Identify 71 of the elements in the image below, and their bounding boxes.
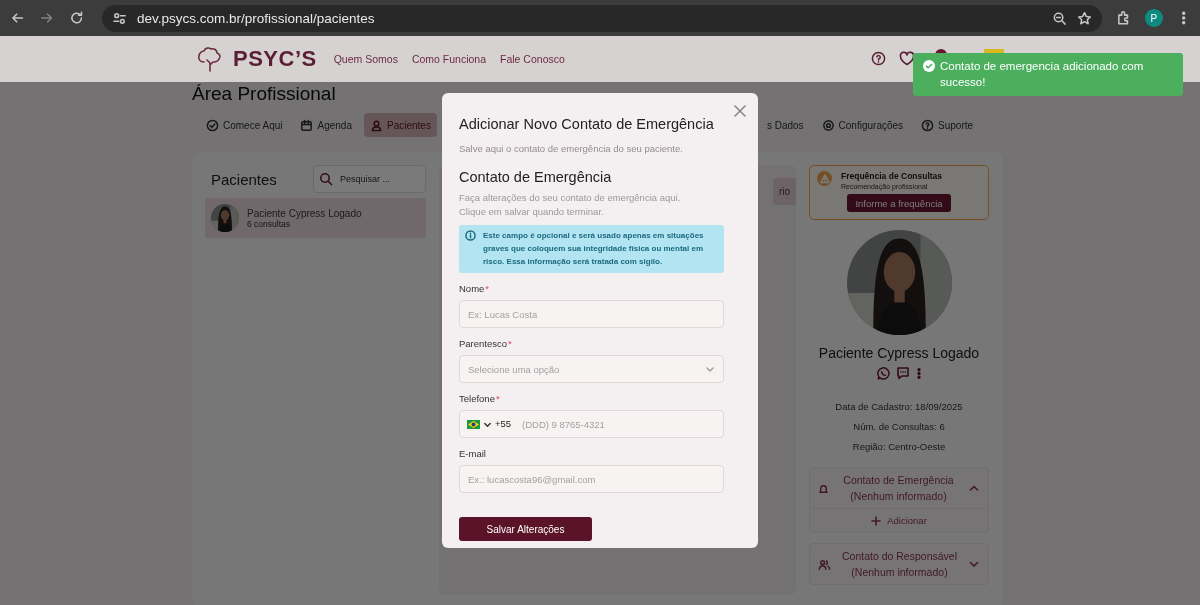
info-text: Data de Cadastro: 18/09/2025 (835, 400, 963, 414)
accordion-toggle[interactable]: Contato do Responsável (Nenhum informado) (835, 548, 980, 580)
add-button[interactable]: Adicionar (810, 508, 988, 532)
tab-icon (821, 118, 835, 132)
address-bar[interactable]: dev.psycs.com.br/profissional/pacientes (102, 4, 1102, 32)
patient-item[interactable]: Paciente Cypress Logado 6 consultas (205, 198, 426, 238)
heart-icon (899, 51, 915, 66)
tab[interactable]: Agenda (294, 113, 358, 137)
nav-link[interactable]: Fale Conosco (497, 53, 568, 65)
tab[interactable]: Comece Aqui (200, 113, 289, 137)
field-label: Telefone* (459, 392, 501, 406)
flag-icon (467, 420, 480, 429)
site-settings-icon (112, 10, 127, 26)
dialog-title: Adicionar Novo Contato de Emergência (459, 115, 715, 134)
tab[interactable]: Suporte (915, 113, 980, 137)
toast-message: Contato de emergencia adicionado com sucesso! (940, 60, 1144, 88)
patient-name: Paciente Cypress Logado (247, 207, 362, 219)
check-circle-icon (923, 60, 935, 72)
message-icon (895, 366, 910, 380)
tab-icon (369, 118, 383, 132)
search-field[interactable]: Pesquisar ... (313, 165, 426, 193)
accordion-toggle[interactable]: Contato de Emergência (Nenhum informado) (833, 472, 980, 504)
tab-icon (206, 118, 219, 132)
dialog-subtitle: Salve aqui o contato de emergência do seu paciente. (459, 142, 684, 156)
reload-icon (68, 10, 84, 26)
star-icon (1077, 10, 1092, 26)
frequency-button[interactable]: Informe a frequência (847, 194, 951, 213)
tab[interactable]: Pacientes (363, 113, 437, 137)
close-icon[interactable] (734, 105, 746, 117)
section-title: Contato de Emergência (459, 168, 613, 187)
logo-text: PSYC’S (233, 46, 317, 72)
page-title: Área Profissional (192, 83, 337, 105)
panel-title: Pacientes (211, 170, 277, 188)
info-alert: Este campo é opcional e será usado apenas em situações graves que coloquem sua integridade física ou mental em risco. Essa informação será tratada com sigilo. (459, 225, 724, 273)
forward-icon (39, 10, 55, 26)
nav-link[interactable]: Quem Somos (330, 53, 401, 65)
nav-link[interactable]: Como Funciona (408, 53, 490, 65)
url-text: dev.psycs.com.br/profissional/pacientes (137, 10, 375, 26)
profile-avatar[interactable]: P (1145, 9, 1163, 27)
more-icon (915, 366, 922, 380)
warning-icon (819, 173, 830, 184)
info-text: Região: Centro-Oeste (851, 440, 947, 454)
section-description: Faça alterações do seu contato de emergência aqui. Clique em salvar quando terminar. (459, 191, 682, 218)
country-code: +55 (495, 418, 512, 429)
back-icon (10, 10, 26, 26)
tab[interactable]: Configurações (815, 113, 910, 137)
input-field[interactable]: Ex.: lucascosta96@gmail.com (459, 465, 724, 493)
select-field[interactable]: Selecione uma opção (459, 355, 724, 383)
patient-name: Paciente Cypress Logado (818, 345, 980, 361)
info-text: Núm. de Consultas: 6 (852, 420, 946, 434)
chevron-down-icon (483, 420, 492, 429)
tab-button[interactable]: rio (772, 178, 796, 205)
input-field[interactable]: Ex: Lucas Costa (459, 300, 724, 328)
field-label: E-mail (459, 447, 487, 461)
zoom-icon (1052, 10, 1067, 26)
tab-icon (300, 118, 314, 132)
patient-detail: 6 consultas (247, 218, 290, 229)
help-icon (871, 51, 886, 66)
save-button[interactable]: Salvar Alterações (459, 517, 592, 541)
tab-icon (921, 118, 935, 132)
field-label: Nome* (459, 282, 491, 296)
field-label: Parentesco* (459, 337, 513, 351)
plus-icon (871, 515, 882, 526)
people-icon (818, 557, 831, 571)
chat-bubble-icon (876, 366, 890, 380)
card-title: Frequência de Consultas (841, 171, 944, 183)
chevron-down-icon (705, 364, 715, 374)
alarm-icon (818, 482, 829, 494)
info-icon (465, 230, 476, 241)
tab[interactable]: s Dados (760, 113, 810, 137)
search-icon (319, 172, 333, 186)
